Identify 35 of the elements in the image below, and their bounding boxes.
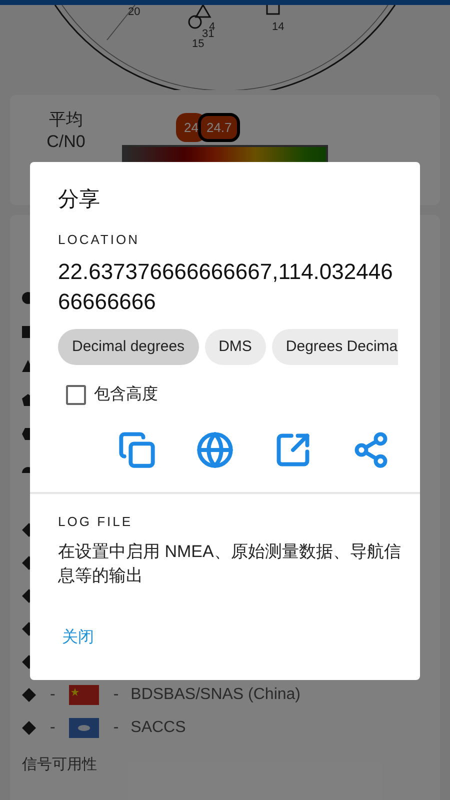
diamond-icon: [22, 720, 36, 734]
satellite-label: 15: [192, 38, 204, 50]
flag-icon: [69, 684, 100, 704]
system-name: SACCS: [130, 718, 186, 738]
satellite-label: 20: [128, 6, 140, 18]
diamond-icon: [22, 688, 36, 702]
globe-button[interactable]: [196, 431, 234, 469]
checkbox[interactable]: [66, 385, 86, 405]
dash-text: -: [50, 684, 56, 704]
satellite-label: 31: [202, 28, 214, 40]
dash-text: -: [113, 718, 119, 738]
section-label: LOG FILE: [58, 513, 134, 531]
circle-marker: [188, 15, 202, 29]
cn0-marker: 24.7: [198, 112, 240, 142]
share-button[interactable]: [352, 431, 390, 469]
coordinates-text: 22.637376666666667,114.03244666666666: [58, 258, 394, 316]
format-chip[interactable]: Degrees Decima: [272, 329, 398, 365]
checkbox-label: 包含高度: [94, 384, 158, 405]
cn0-label: 平均: [49, 109, 83, 131]
format-chip[interactable]: DMS: [204, 329, 266, 365]
section-label: LOCATION: [58, 230, 140, 248]
satellite-label: 14: [272, 21, 284, 33]
cn0-label: C/N0: [46, 131, 86, 153]
close-button[interactable]: 关闭: [62, 626, 94, 650]
format-chip[interactable]: Decimal degrees: [58, 329, 199, 365]
copy-button[interactable]: [118, 431, 156, 469]
dash-text: -: [50, 718, 56, 738]
flag-icon: [69, 718, 100, 738]
dash-text: -: [113, 684, 119, 704]
open-external-button[interactable]: [274, 431, 312, 469]
dialog-title: 分享: [58, 187, 101, 213]
log-description: 在设置中启用 NMEA、原始测量数据、导航信息等的输出: [58, 540, 402, 586]
system-name: BDSBAS/SNAS (China): [130, 684, 300, 704]
triangle-marker: [194, 5, 212, 18]
section-heading: 信号可用性: [22, 755, 98, 775]
